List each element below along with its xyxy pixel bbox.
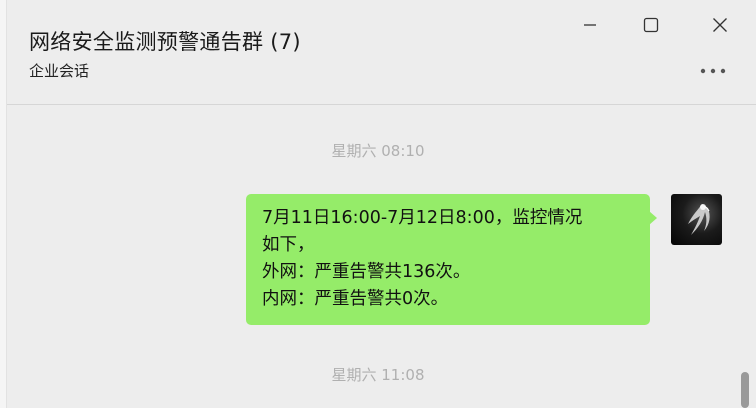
minimize-icon xyxy=(584,24,596,26)
avatar-image xyxy=(688,204,710,235)
message-line: 外网：严重告警共136次。 xyxy=(262,262,471,282)
avatar[interactable] xyxy=(671,194,722,245)
maximize-button[interactable] xyxy=(634,10,668,40)
window-left-edge xyxy=(0,0,7,408)
chat-window: 网络安全监测预警通告群 (7) 企业会话 星期六 08:10 7月11日16:0… xyxy=(0,0,756,408)
maximize-icon xyxy=(643,17,659,33)
scrollbar-thumb[interactable] xyxy=(741,372,749,408)
more-horizontal-icon xyxy=(700,68,726,74)
bubble-tail xyxy=(649,211,657,225)
message-line: 如下， xyxy=(262,235,315,255)
chat-title: 网络安全监测预警通告群 (7) xyxy=(29,30,301,54)
close-icon xyxy=(713,18,727,32)
message-timestamp: 星期六 11:08 xyxy=(331,366,425,384)
more-options-button[interactable] xyxy=(693,58,733,84)
message-bubble[interactable]: 7月11日16:00-7月12日8:00，监控情况 如下， 外网：严重告警共13… xyxy=(246,194,650,325)
close-button[interactable] xyxy=(703,10,737,40)
message-line: 7月11日16:00-7月12日8:00，监控情况 xyxy=(262,208,583,228)
chat-subtitle: 企业会话 xyxy=(29,62,90,80)
message-timestamp: 星期六 08:10 xyxy=(331,142,425,160)
message-line: 内网：严重告警共0次。 xyxy=(262,289,449,309)
minimize-button[interactable] xyxy=(573,10,607,40)
chat-header: 网络安全监测预警通告群 (7) 企业会话 xyxy=(7,0,756,105)
